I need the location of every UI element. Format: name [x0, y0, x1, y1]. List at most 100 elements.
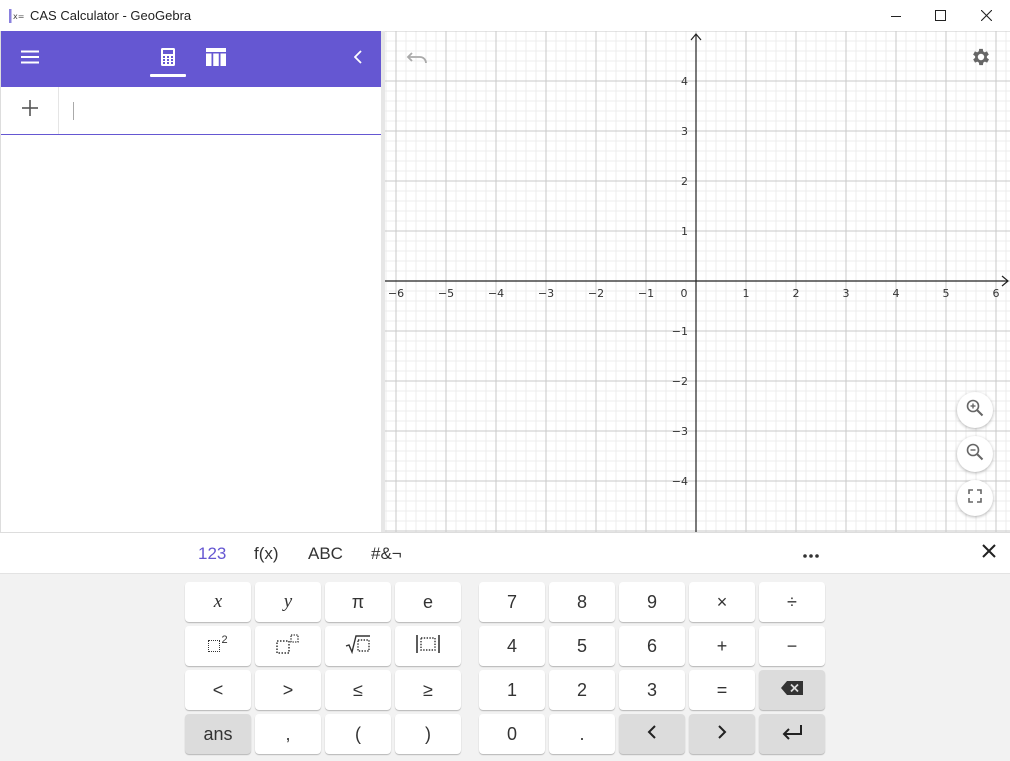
x-tick-label: −6 [388, 287, 404, 300]
window-title: CAS Calculator - GeoGebra [30, 8, 192, 23]
x-tick-label: −2 [588, 287, 604, 300]
key-e[interactable]: e [395, 582, 461, 622]
sqrt-icon [345, 634, 371, 659]
tab-algebra[interactable] [150, 31, 186, 87]
maximize-button[interactable] [917, 0, 963, 31]
active-tab-indicator [150, 74, 186, 77]
key-comma[interactable]: , [255, 714, 321, 754]
x-tick-label: −5 [438, 287, 454, 300]
keyboard-tab-123[interactable]: 123 [198, 533, 226, 574]
key-y[interactable]: y [255, 582, 321, 622]
y-tick-label: −1 [672, 325, 688, 338]
key-7[interactable]: 7 [479, 582, 545, 622]
fullscreen-icon [968, 488, 982, 508]
keyboard-more-button[interactable] [797, 533, 825, 574]
y-tick-label: 4 [681, 75, 688, 88]
key-x[interactable]: x [185, 582, 251, 622]
key-0[interactable]: 0 [479, 714, 545, 754]
key-close-paren[interactable]: ) [395, 714, 461, 754]
key-pi[interactable]: π [325, 582, 391, 622]
key-1[interactable]: 1 [479, 670, 545, 710]
y-tick-label: 1 [681, 225, 688, 238]
x-tick-label: −1 [638, 287, 654, 300]
input-caret [73, 102, 74, 120]
close-icon [982, 544, 996, 563]
key-enter[interactable] [759, 714, 825, 754]
abs-icon [415, 634, 441, 659]
key-abs[interactable] [395, 626, 461, 666]
x-tick-label: 5 [943, 287, 950, 300]
key-2[interactable]: 2 [549, 670, 615, 710]
collapse-panel-button[interactable] [344, 31, 372, 87]
key-decimal[interactable]: . [549, 714, 615, 754]
fullscreen-button[interactable] [957, 480, 993, 516]
key-plus[interactable]: + [689, 626, 755, 666]
key-ans[interactable]: ans [185, 714, 251, 754]
y-tick-label: −4 [672, 475, 688, 488]
main-menu-button[interactable] [10, 31, 50, 87]
keyboard-close-button[interactable] [976, 533, 1002, 574]
x-tick-label: 0 [681, 287, 688, 300]
key-cursor-left[interactable] [619, 714, 685, 754]
key-4[interactable]: 4 [479, 626, 545, 666]
arrow-right-icon [717, 724, 727, 745]
key-multiply[interactable]: × [689, 582, 755, 622]
key-9[interactable]: 9 [619, 582, 685, 622]
coordinate-grid[interactable]: −6 −5 −4 −3 −2 −1 0 1 2 3 4 5 6 4 3 2 1 −1 −2 −3 −4 [385, 31, 1010, 532]
algebra-panel [0, 31, 381, 532]
add-item-button[interactable] [1, 87, 59, 134]
keyboard-tab-abc[interactable]: ABC [308, 533, 343, 574]
graphics-view[interactable]: −6 −5 −4 −3 −2 −1 0 1 2 3 4 5 6 4 3 2 1 −1 −2 −3 −4 [385, 31, 1010, 532]
key-less-equal[interactable]: ≤ [325, 670, 391, 710]
power-icon [276, 633, 300, 659]
zoom-in-button[interactable] [957, 392, 993, 428]
zoom-out-button[interactable] [957, 436, 993, 472]
key-greater-equal[interactable]: ≥ [395, 670, 461, 710]
key-greater-than[interactable]: > [255, 670, 321, 710]
arrow-left-icon [647, 724, 657, 745]
title-bar: x= CAS Calculator - GeoGebra [0, 0, 1010, 31]
key-backspace[interactable] [759, 670, 825, 710]
table-icon [206, 47, 226, 71]
key-cursor-right[interactable] [689, 714, 755, 754]
more-icon [803, 545, 819, 563]
key-open-paren[interactable]: ( [325, 714, 391, 754]
key-square[interactable]: 2 [185, 626, 251, 666]
undo-icon [406, 50, 428, 69]
zoom-out-icon [966, 443, 984, 466]
key-3[interactable]: 3 [619, 670, 685, 710]
key-8[interactable]: 8 [549, 582, 615, 622]
key-5[interactable]: 5 [549, 626, 615, 666]
hamburger-icon [21, 50, 39, 69]
y-tick-label: −3 [672, 425, 688, 438]
key-equals[interactable]: = [689, 670, 755, 710]
key-divide[interactable]: ÷ [759, 582, 825, 622]
x-tick-label: −4 [488, 287, 504, 300]
algebra-panel-header [1, 31, 381, 87]
close-window-button[interactable] [963, 0, 1009, 31]
key-power[interactable] [255, 626, 321, 666]
x-tick-label: 3 [843, 287, 850, 300]
key-less-than[interactable]: < [185, 670, 251, 710]
key-sqrt[interactable] [325, 626, 391, 666]
zoom-in-icon [966, 399, 984, 422]
enter-icon [781, 724, 803, 745]
y-tick-label: 3 [681, 125, 688, 138]
backspace-icon [780, 680, 804, 701]
algebra-input-row[interactable] [1, 87, 381, 135]
x-tick-label: −3 [538, 287, 554, 300]
x-tick-label: 4 [893, 287, 900, 300]
key-6[interactable]: 6 [619, 626, 685, 666]
x-tick-label: 6 [993, 287, 1000, 300]
key-minus[interactable]: − [759, 626, 825, 666]
keyboard-tab-symbols[interactable]: #&¬ [371, 533, 402, 574]
tab-table[interactable] [198, 31, 234, 87]
keyboard-tab-functions[interactable]: f(x) [254, 533, 279, 574]
graphics-settings-button[interactable] [967, 45, 995, 73]
minimize-button[interactable] [873, 0, 919, 31]
y-tick-label: −2 [672, 375, 688, 388]
svg-text:x=: x= [13, 12, 24, 21]
undo-button[interactable] [403, 47, 431, 71]
virtual-keyboard: 123 f(x) ABC #&¬ x y π e 2 < > ≤ ≥ ans ,… [0, 532, 1010, 761]
key-square-exponent: 2 [221, 634, 228, 646]
